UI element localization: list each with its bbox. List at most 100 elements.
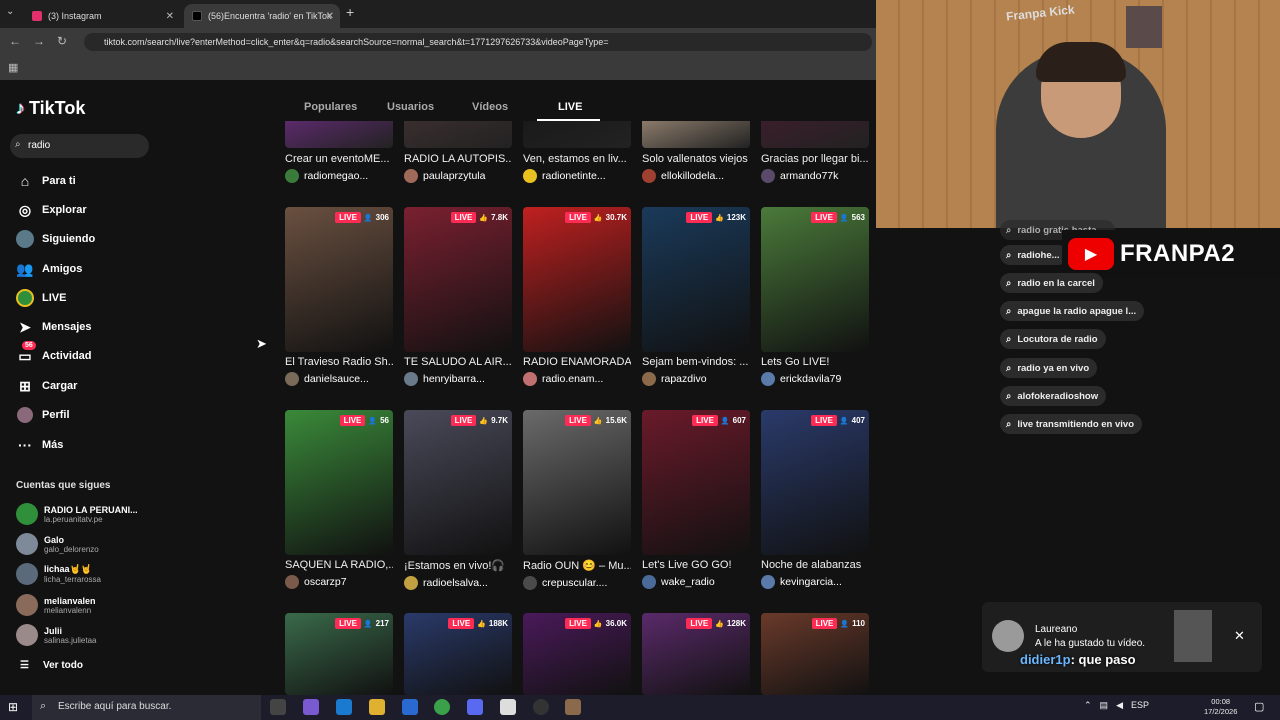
live-thumbnail[interactable]: LIVE 👤 407 <box>761 410 869 555</box>
nav-live[interactable]: LIVE <box>16 289 66 307</box>
new-tab-button[interactable]: + <box>346 4 354 20</box>
nav-para-ti[interactable]: ⌂ Para ti <box>16 172 76 190</box>
live-thumbnail[interactable]: LIVE 👍 7.8K <box>404 207 512 352</box>
live-user[interactable]: ellokillodela... <box>642 169 750 183</box>
live-card[interactable]: Ven, estamos en liv... radionetinte... <box>523 153 631 183</box>
file-explorer-icon[interactable] <box>369 699 385 715</box>
following-item[interactable]: RADIO LA PERUANI... la.peruanitatv.pe <box>16 503 138 525</box>
tiktok-logo[interactable]: ♪ TikTok <box>16 98 85 119</box>
tab-list-chevron-icon[interactable]: ⌄ <box>6 6 14 17</box>
live-title[interactable]: RADIO ENAMORADA <box>523 356 631 368</box>
nav-actividad[interactable]: ▭ 56 Actividad <box>16 341 92 365</box>
live-title[interactable]: Sejam bem-vindos: ... <box>642 356 750 368</box>
chrome-icon[interactable] <box>434 699 450 715</box>
live-card[interactable]: LIVE 👤 217 <box>285 613 393 695</box>
following-item[interactable]: Galo galo_delorenzo <box>16 533 99 555</box>
tab-instagram[interactable]: (3) Instagram ✕ <box>24 4 180 28</box>
live-card[interactable]: Solo vallenatos viejos ellokillodela... <box>642 153 750 183</box>
tab-tiktok[interactable]: (56)Encuentra 'radio' en TikTok ✕ <box>184 4 340 28</box>
search-input[interactable]: ⌕ radio <box>10 134 149 158</box>
live-thumbnail[interactable]: LIVE 👤 56 <box>285 410 393 555</box>
live-card[interactable]: LIVE 👤 110 <box>761 613 869 695</box>
task-view-icon[interactable] <box>270 699 286 715</box>
live-thumbnail[interactable]: LIVE 👤 110 <box>761 613 869 695</box>
close-icon[interactable]: ✕ <box>326 11 334 22</box>
notification-center-icon[interactable]: ▢ <box>1254 700 1264 713</box>
live-title[interactable]: El Travieso Radio Sh... <box>285 356 393 368</box>
live-title[interactable]: Crear un eventoME... <box>285 153 393 165</box>
nav-siguiendo[interactable]: Siguiendo <box>16 230 95 248</box>
live-user[interactable]: rapazdivo <box>642 372 750 386</box>
live-thumbnail[interactable]: LIVE 👍 36.0K <box>523 613 631 695</box>
live-user[interactable]: danielsauce... <box>285 372 393 386</box>
nav-cargar[interactable]: ⊞ Cargar <box>16 377 77 395</box>
suggestion-chip[interactable]: ⌕ radio en la carcel <box>1000 273 1103 293</box>
live-title[interactable]: Let's Live GO GO! <box>642 559 750 571</box>
see-all-link[interactable]: ☰ Ver todo <box>20 660 83 671</box>
live-thumbnail[interactable]: LIVE 👍 188K <box>404 613 512 695</box>
taskbar-clock[interactable]: 00:08 17/2/2026 <box>1204 697 1237 717</box>
live-title[interactable]: RADIO LA AUTOPIS... <box>404 153 512 165</box>
copilot-icon[interactable] <box>303 699 319 715</box>
suggestion-chip[interactable]: ⌕ radiohe... <box>1000 245 1068 265</box>
live-thumbnail[interactable]: LIVE 👤 607 <box>642 410 750 555</box>
suggestion-chip[interactable]: ⌕ live transmitiendo en vivo <box>1000 414 1142 434</box>
live-card[interactable]: LIVE 👍 15.6K Radio OUN 😊 – Mu... crepuscular… <box>523 410 631 590</box>
live-user[interactable]: radio.enam... <box>523 372 631 386</box>
apps-grid-icon[interactable]: ▦ <box>8 61 18 74</box>
discord-icon[interactable] <box>467 699 483 715</box>
live-card[interactable]: LIVE 👍 128K <box>642 613 750 695</box>
live-thumbnail[interactable]: LIVE 👍 15.6K <box>523 410 631 555</box>
tab-populares[interactable]: Populares <box>304 101 357 113</box>
live-title[interactable]: SAQUEN LA RADIO,... <box>285 559 393 571</box>
volume-icon[interactable]: ◀ <box>1116 700 1123 711</box>
live-card[interactable]: LIVE 👍 188K <box>404 613 512 695</box>
live-title[interactable]: Ven, estamos en liv... <box>523 153 631 165</box>
app-icon[interactable] <box>565 699 581 715</box>
following-item[interactable]: lichaa🤘🤘 licha_terrarossa <box>16 563 101 585</box>
live-thumbnail[interactable] <box>642 121 750 148</box>
live-title[interactable]: Radio OUN 😊 – Mu... <box>523 559 631 572</box>
back-icon[interactable]: ← <box>9 34 21 48</box>
live-thumbnail[interactable]: LIVE 👍 128K <box>642 613 750 695</box>
chevron-up-icon[interactable]: ⌃ <box>1084 700 1092 711</box>
live-card[interactable]: LIVE 👍 30.7K RADIO ENAMORADA radio.enam... <box>523 207 631 386</box>
tab-videos[interactable]: Vídeos <box>472 101 508 113</box>
live-title[interactable]: Solo vallenatos viejos <box>642 153 750 165</box>
live-thumbnail[interactable]: LIVE 👍 9.7K <box>404 410 512 555</box>
live-user[interactable]: armando77k <box>761 169 869 183</box>
live-thumbnail[interactable]: LIVE 👤 217 <box>285 613 393 695</box>
live-user[interactable]: oscarzp7 <box>285 575 393 589</box>
windows-start-icon[interactable]: ⊞ <box>8 700 18 714</box>
close-icon[interactable]: ✕ <box>166 11 174 22</box>
suggestion-chip[interactable]: ⌕ alofokeradioshow <box>1000 386 1107 406</box>
reload-icon[interactable]: ↻ <box>57 34 67 48</box>
live-thumbnail[interactable] <box>523 121 631 148</box>
live-card[interactable]: RADIO LA AUTOPIS... paulaprzytula <box>404 153 512 183</box>
live-user[interactable]: erickdavila79 <box>761 372 869 386</box>
live-thumbnail[interactable]: LIVE 👤 306 <box>285 207 393 352</box>
live-title[interactable]: ¡Estamos en vivo!🎧 <box>404 559 512 572</box>
live-user[interactable]: henryibarra... <box>404 372 512 386</box>
following-item[interactable]: Julii salinas.julietaa <box>16 624 96 646</box>
live-card[interactable]: LIVE 👤 563 Lets Go LIVE! erickdavila79 <box>761 207 869 386</box>
nav-mensajes[interactable]: ➤ Mensajes <box>16 318 91 336</box>
system-tray[interactable]: ⌃ ▤ ◀ ESP <box>1084 700 1149 711</box>
live-card[interactable]: Crear un eventoME... radiomegao... <box>285 153 393 183</box>
live-user[interactable]: radiomegao... <box>285 169 393 183</box>
live-thumbnail[interactable]: LIVE 👤 563 <box>761 207 869 352</box>
live-card[interactable]: LIVE 👤 407 Noche de alabanzas kevingarcia... <box>761 410 869 589</box>
live-user[interactable]: radionetinte... <box>523 169 631 183</box>
live-title[interactable]: TE SALUDO AL AIR... <box>404 356 512 368</box>
live-thumbnail[interactable] <box>761 121 869 148</box>
live-title[interactable]: Lets Go LIVE! <box>761 356 869 368</box>
taskbar-search[interactable]: ⌕ Escribe aquí para buscar. <box>32 695 261 720</box>
tab-usuarios[interactable]: Usuarios <box>387 101 434 113</box>
close-icon[interactable]: ✕ <box>1234 628 1245 644</box>
live-card[interactable]: LIVE 👍 36.0K <box>523 613 631 695</box>
obs-icon[interactable] <box>533 699 549 715</box>
live-user[interactable]: crepuscular.... <box>523 576 631 590</box>
following-item[interactable]: melianvalen melianvalenn <box>16 594 96 616</box>
live-thumbnail[interactable] <box>404 121 512 148</box>
live-thumbnail[interactable]: LIVE 👍 123K <box>642 207 750 352</box>
